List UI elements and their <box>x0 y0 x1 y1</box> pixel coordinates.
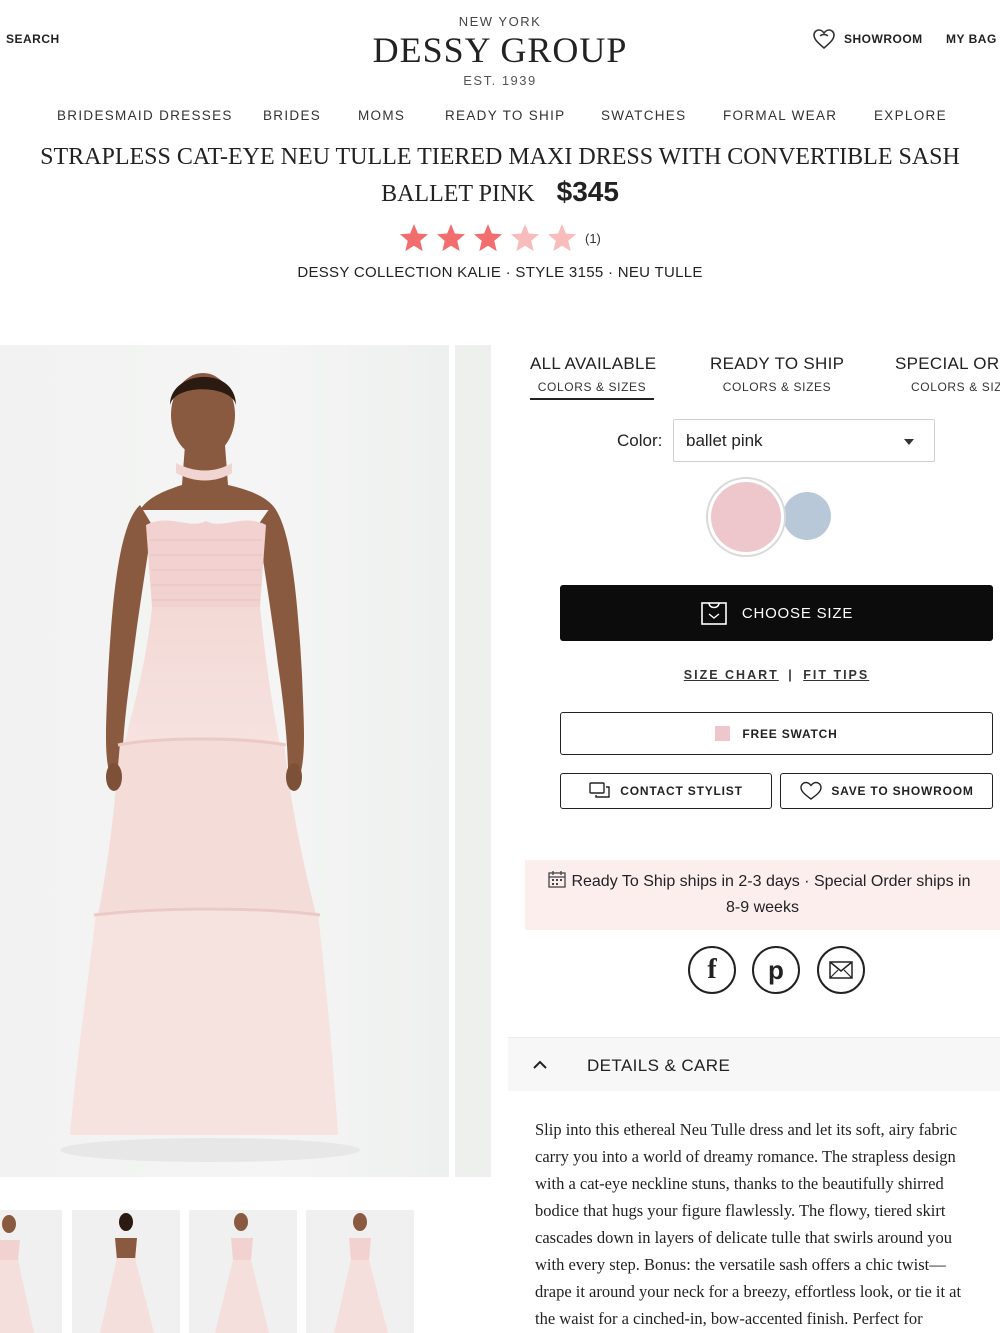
thumbnail-4[interactable] <box>306 1210 414 1333</box>
swatch-chip-icon <box>715 726 731 741</box>
rating-stars[interactable]: (1) <box>398 221 601 255</box>
main-nav: BRIDESMAID DRESSES BRIDES MOMS READY TO … <box>0 108 1000 128</box>
nav-item-moms[interactable]: MOMS <box>358 108 405 123</box>
envelope-icon <box>829 961 853 979</box>
product-price: $345 <box>556 176 619 207</box>
search-link[interactable]: SEARCH <box>6 32 60 46</box>
tab-ready-to-ship[interactable]: READY TO SHIP COLORS & SIZES <box>710 354 844 394</box>
showroom-icon <box>813 29 835 50</box>
star-icon <box>548 224 576 252</box>
facebook-share-button[interactable]: f <box>688 946 736 994</box>
thumbnail-1[interactable] <box>0 1210 62 1333</box>
nav-item-brides[interactable]: BRIDES <box>263 108 321 123</box>
thumbnail-model <box>334 1213 388 1333</box>
swatch-dusty-blue[interactable] <box>783 492 831 540</box>
star-icon <box>474 224 502 252</box>
tab-subtitle: COLORS & SIZES <box>911 380 1000 394</box>
details-care-heading: DETAILS & CARE <box>587 1056 731 1075</box>
color-label: Color: <box>617 431 663 450</box>
color-select[interactable]: ballet pink <box>673 419 935 462</box>
tab-subtitle: COLORS & SIZES <box>537 380 647 394</box>
next-image-preview[interactable] <box>455 345 491 1177</box>
size-links: SIZE CHART | FIT TIPS <box>560 668 993 682</box>
product-subtitle: BALLET PINK $345 <box>0 175 1000 211</box>
tab-title: READY TO SHIP <box>710 354 845 373</box>
star-icon <box>437 224 465 252</box>
review-count[interactable]: (1) <box>585 231 601 246</box>
tab-title: ALL AVAILABLE <box>530 354 657 373</box>
email-share-button[interactable] <box>817 946 865 994</box>
product-main-image[interactable] <box>0 345 449 1177</box>
star-icon <box>511 224 539 252</box>
chat-icon <box>589 782 610 798</box>
my-bag-link[interactable]: MY BAG <box>946 32 997 46</box>
color-select-value: ballet pink <box>686 431 763 450</box>
link-separator: | <box>788 668 794 682</box>
facebook-icon: f <box>707 954 717 985</box>
brand-logo[interactable]: NEW YORK DESSY GROUP EST. 1939 <box>350 14 650 88</box>
tab-subtitle: COLORS & SIZES <box>722 380 832 394</box>
brand-name: DESSY GROUP <box>372 30 628 70</box>
star-icon <box>400 224 428 252</box>
calendar-icon <box>548 871 566 888</box>
shipping-line-2: 8-9 weeks <box>726 899 799 916</box>
thumbnail-model <box>100 1213 154 1333</box>
thumbnail-model <box>0 1215 34 1333</box>
contact-stylist-label: CONTACT STYLIST <box>620 784 743 798</box>
showroom-link[interactable]: SHOWROOM <box>812 28 923 50</box>
model-dress-illustration <box>60 373 360 1162</box>
thumbnail-3[interactable] <box>189 1210 297 1333</box>
save-to-showroom-label: SAVE TO SHOWROOM <box>831 784 974 798</box>
product-title: STRAPLESS CAT-EYE NEU TULLE TIERED MAXI … <box>0 144 1000 171</box>
tab-title: SPECIAL ORDER <box>895 354 1000 373</box>
nav-item-explore[interactable]: EXPLORE <box>874 108 947 123</box>
nav-item-formal-wear[interactable]: FORMAL WEAR <box>723 108 837 123</box>
thumbnail-model <box>215 1213 269 1333</box>
tab-special-order[interactable]: SPECIAL ORDER COLORS & SIZES <box>895 354 1000 394</box>
choose-size-button[interactable]: CHOOSE SIZE <box>560 585 993 641</box>
free-swatch-label: FREE SWATCH <box>742 726 838 741</box>
brand-city: NEW YORK <box>458 14 542 29</box>
product-meta: DESSY COLLECTION KALIE · STYLE 3155 · NE… <box>297 264 703 281</box>
thumbnail-2[interactable] <box>72 1210 180 1333</box>
nav-item-swatches[interactable]: SWATCHES <box>601 108 686 123</box>
pinterest-icon: p <box>768 955 784 985</box>
showroom-label: SHOWROOM <box>844 32 923 46</box>
swatch-selected-ring[interactable] <box>706 477 786 557</box>
nav-item-bridesmaid-dresses[interactable]: BRIDESMAID DRESSES <box>57 108 233 123</box>
brand-est: EST. 1939 <box>463 73 537 88</box>
free-swatch-button[interactable]: FREE SWATCH <box>560 712 993 755</box>
nav-item-ready-to-ship[interactable]: READY TO SHIP <box>445 108 565 123</box>
heart-icon <box>800 781 823 800</box>
shipping-line-1: Ready To Ship ships in 2-3 days · Specia… <box>571 873 971 890</box>
details-care-accordion[interactable]: DETAILS & CARE <box>508 1037 1000 1091</box>
swatch-ballet-pink <box>711 482 781 552</box>
save-to-showroom-button[interactable]: SAVE TO SHOWROOM <box>780 773 993 809</box>
dress-box-icon <box>701 602 727 625</box>
tab-all-available[interactable]: ALL AVAILABLE COLORS & SIZES <box>530 354 657 400</box>
choose-size-label: CHOOSE SIZE <box>741 604 854 622</box>
shipping-line-1-wrap: Ready To Ship ships in 2-3 days · Specia… <box>525 869 1000 895</box>
contact-stylist-button[interactable]: CONTACT STYLIST <box>560 773 772 809</box>
shipping-banner: Ready To Ship ships in 2-3 days · Specia… <box>525 860 1000 930</box>
fit-tips-link[interactable]: FIT TIPS <box>803 668 869 682</box>
product-color-name: BALLET PINK <box>381 181 535 207</box>
chevron-down-icon <box>904 439 914 445</box>
product-description: Slip into this ethereal Neu Tulle dress … <box>535 1120 962 1328</box>
pinterest-share-button[interactable]: p <box>752 946 800 994</box>
chevron-up-icon <box>533 1060 547 1069</box>
size-chart-link[interactable]: SIZE CHART <box>684 668 779 682</box>
product-title-text: STRAPLESS CAT-EYE NEU TULLE TIERED MAXI … <box>40 144 960 170</box>
